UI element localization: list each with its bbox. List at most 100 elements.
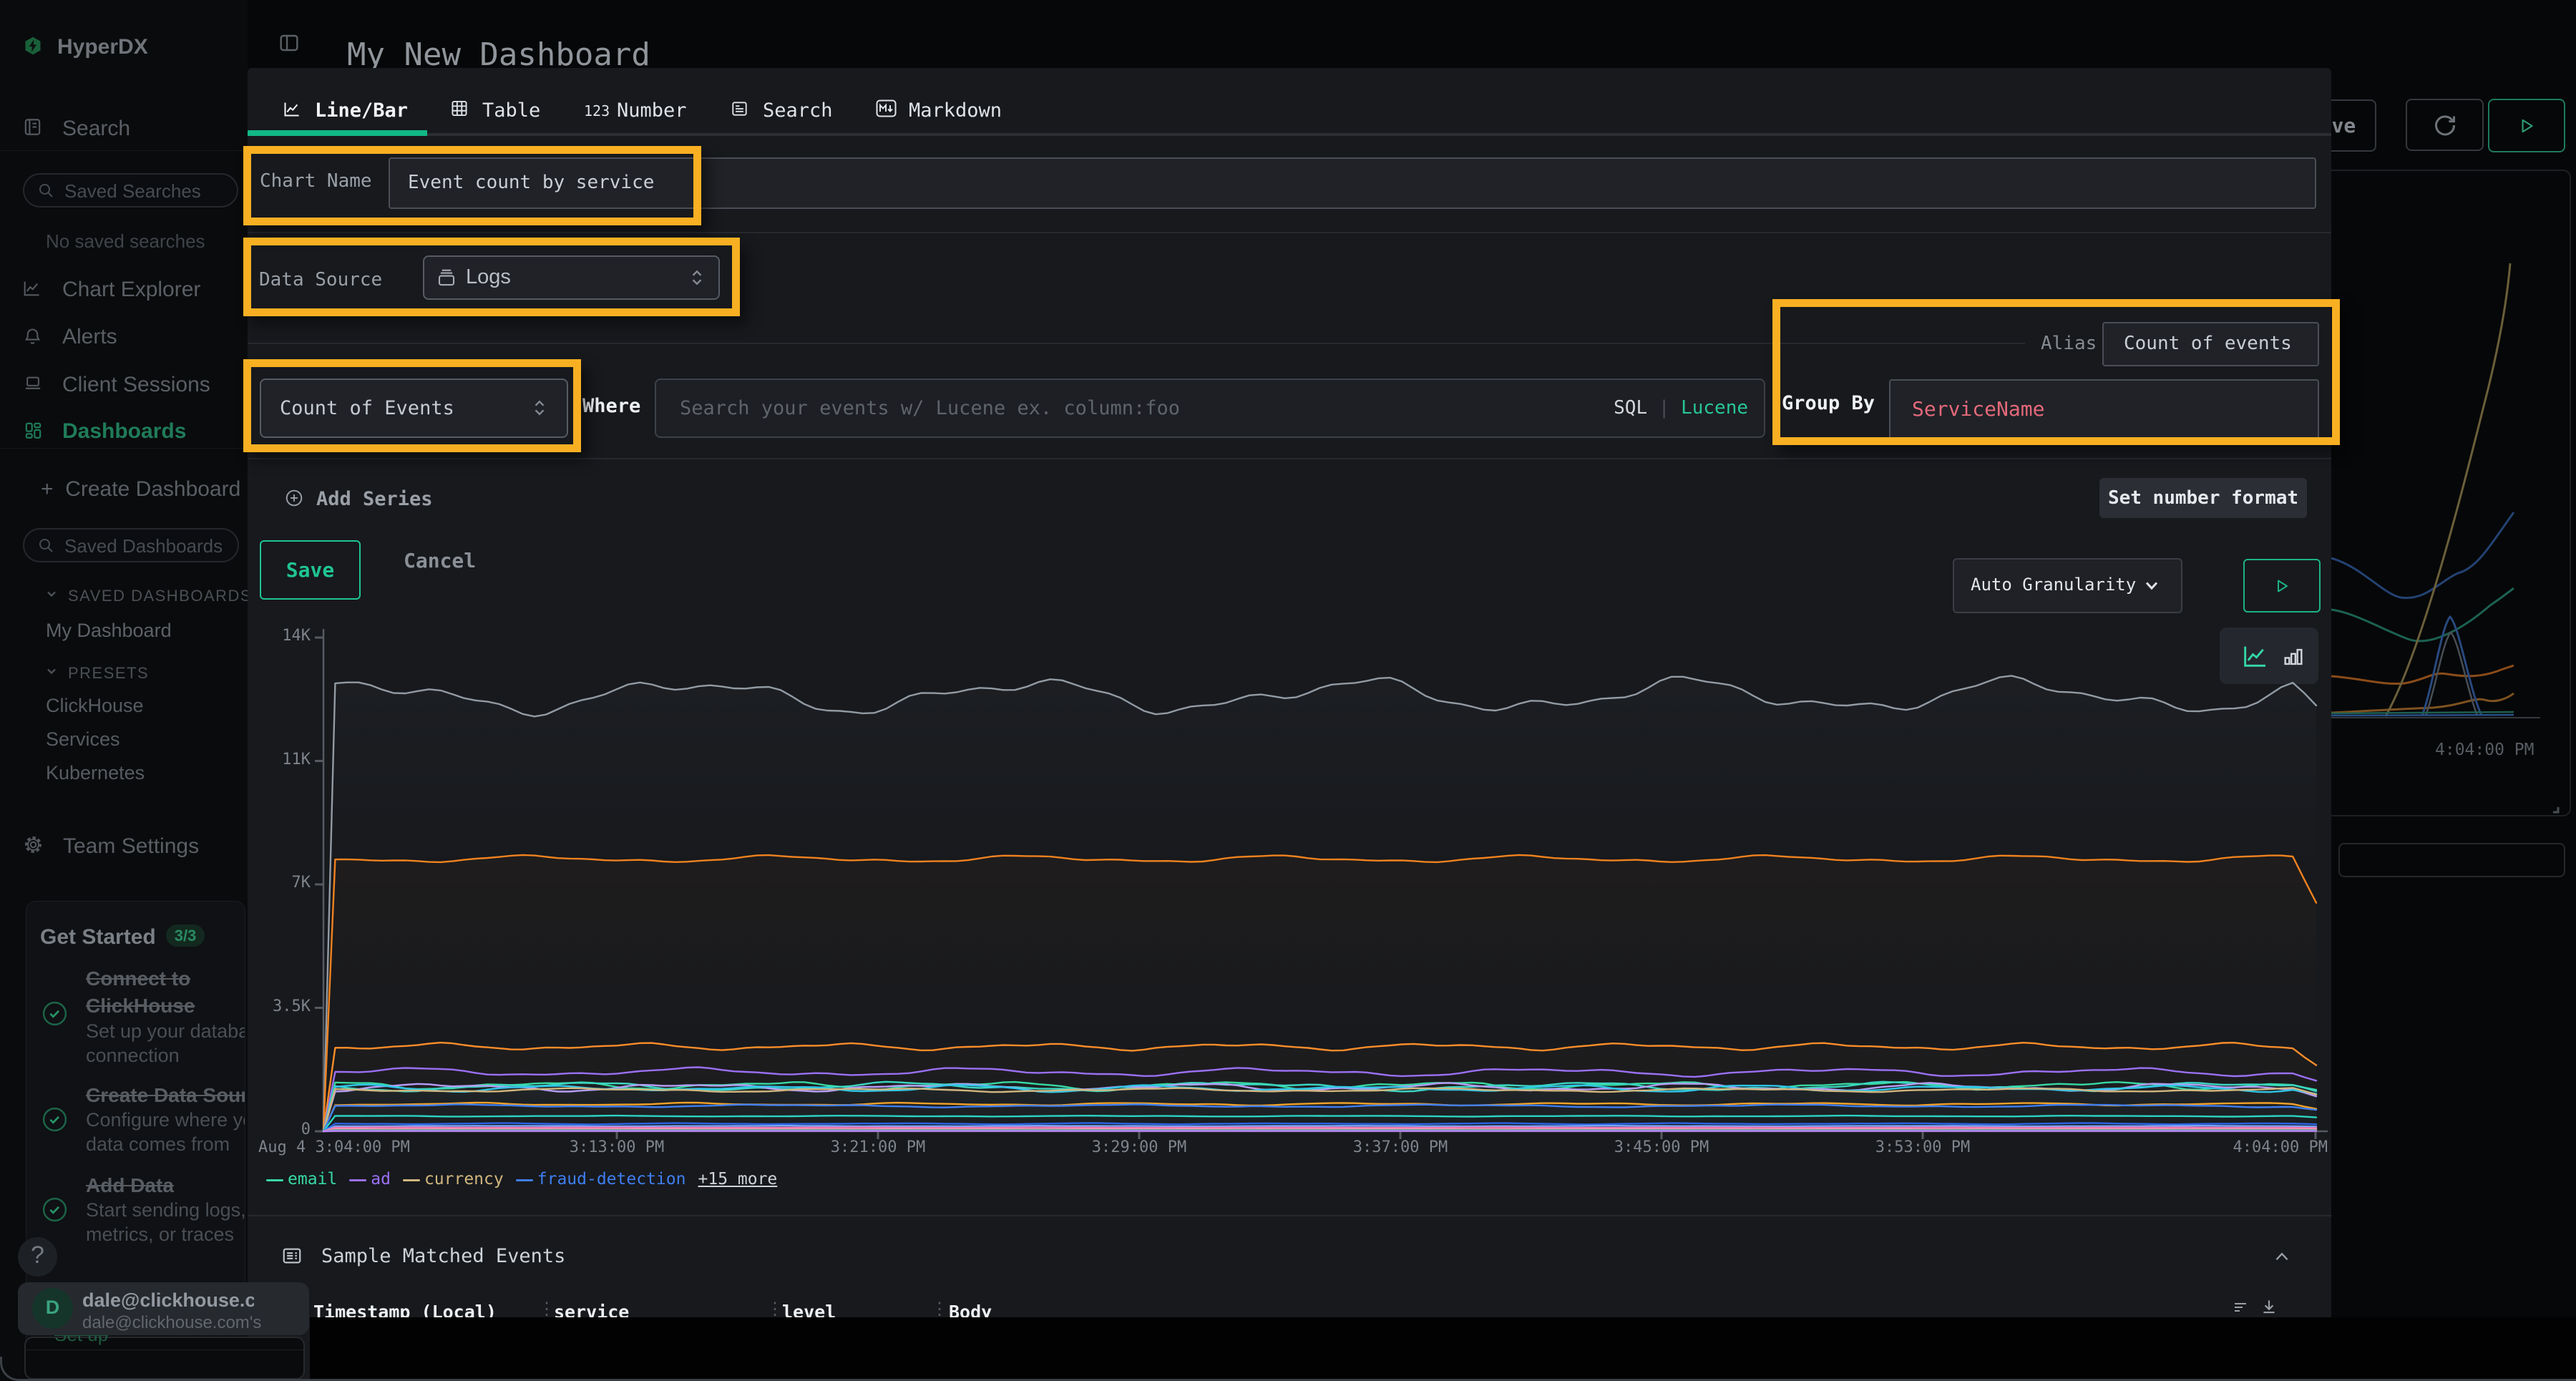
sidebar-item-alerts[interactable]: Alerts: [62, 325, 117, 349]
markdown-tab-icon: [876, 99, 897, 117]
sidebar-toggle-icon[interactable]: [278, 31, 301, 54]
column-separator[interactable]: ⋮: [538, 1299, 555, 1319]
x-tick-label: 3:45:00 PM: [1554, 1138, 1769, 1156]
y-tick-label: 7K: [248, 874, 311, 892]
section-presets[interactable]: PRESETS: [68, 664, 149, 683]
chart-legend: email ad currency fraud-detection +15 more: [248, 1167, 2331, 1196]
get-started-item-title[interactable]: ClickHouse: [86, 995, 195, 1018]
search-icon: [37, 182, 54, 199]
sidebar-item-my-dashboard[interactable]: My Dashboard: [46, 620, 172, 642]
user-email: dale@clickhouse.com: [82, 1289, 254, 1312]
chart-explorer-icon: [21, 278, 42, 298]
legend-dash: [266, 1179, 283, 1181]
sidebar-item-chart-explorer[interactable]: Chart Explorer: [62, 278, 200, 302]
active-tab-underline: [248, 130, 427, 136]
no-saved-searches-text: No saved searches: [46, 230, 205, 253]
y-tick-label: 3.5K: [248, 997, 311, 1015]
lucene-toggle[interactable]: Lucene: [1681, 397, 1748, 419]
legend-dash: [349, 1179, 366, 1181]
number-tab-icon: 123: [584, 102, 610, 119]
saved-searches-placeholder: Saved Searches: [64, 180, 201, 202]
create-dashboard-label: Create Dashboard: [65, 477, 240, 501]
legend-item-currency[interactable]: currency: [424, 1170, 504, 1189]
question-mark-icon: ?: [18, 1241, 57, 1269]
tab-line-bar[interactable]: Line/Bar: [315, 99, 408, 122]
help-button[interactable]: ?: [18, 1237, 57, 1277]
section-saved-dashboards[interactable]: SAVED DASHBOARDS: [68, 587, 248, 605]
get-started-item-title[interactable]: Connect to: [86, 967, 190, 990]
tab-table[interactable]: Table: [482, 99, 540, 122]
sidebar: HyperDX Search Saved Searches No saved s…: [0, 0, 248, 1381]
get-started-title: Get Started: [40, 925, 156, 950]
sample-events-title: Sample Matched Events: [321, 1245, 565, 1267]
tab-number[interactable]: Number: [617, 99, 687, 122]
search-nav-icon: [22, 117, 43, 137]
get-started-item-desc: connection: [86, 1045, 180, 1067]
download-icon[interactable]: [2260, 1297, 2278, 1316]
sidebar-item-clickhouse[interactable]: ClickHouse: [46, 695, 144, 717]
legend-item-fraud-detection[interactable]: fraud-detection: [537, 1170, 686, 1189]
sidebar-item-kubernetes[interactable]: Kubernetes: [46, 762, 145, 784]
create-dashboard-button[interactable]: + Create Dashboard: [41, 477, 240, 502]
resize-handle-icon[interactable]: [2547, 801, 2560, 814]
brand-name: HyperDX: [57, 35, 148, 59]
line-bar-tab-icon: [281, 99, 302, 119]
highlight-box-aggregation: [243, 359, 581, 452]
check-circle-icon: [42, 1106, 68, 1133]
saved-searches-input[interactable]: Saved Searches: [23, 173, 238, 208]
set-number-format-button[interactable]: Set number format: [2099, 478, 2307, 518]
get-started-badge: 3/3: [166, 924, 205, 947]
tab-markdown[interactable]: Markdown: [909, 99, 1002, 122]
table-tab-icon: [449, 99, 469, 118]
x-tick-label: 4:04:00 PM: [2113, 1138, 2328, 1156]
where-search-placeholder: Search your events w/ Lucene ex. column:…: [680, 397, 1180, 419]
get-started-item-desc: metrics, or traces: [86, 1224, 234, 1246]
sidebar-item-dashboards[interactable]: Dashboards: [62, 419, 186, 444]
presets-section-chevron[interactable]: [44, 664, 59, 681]
timeseries-chart[interactable]: [248, 570, 2331, 1203]
x-tick-label: 3:29:00 PM: [1032, 1138, 1246, 1156]
play-icon: [2517, 117, 2536, 135]
plus-icon: +: [41, 477, 54, 501]
circle-plus-icon: [285, 489, 303, 507]
add-series-label: Add Series: [316, 488, 433, 510]
collapse-chevron-icon[interactable]: [2273, 1249, 2291, 1264]
alerts-bell-icon: [23, 326, 42, 346]
saved-dashboards-section-chevron[interactable]: [44, 587, 59, 604]
query-language-switch: SQL | Lucene: [1614, 397, 1748, 419]
sidebar-item-client-sessions[interactable]: Client Sessions: [62, 373, 210, 397]
row-height-icon[interactable]: [2231, 1299, 2250, 1316]
avatar-letter: D: [32, 1297, 73, 1319]
search-icon: [37, 537, 54, 554]
where-label: Where: [582, 395, 640, 417]
background-tile: [2338, 843, 2565, 877]
where-search-input[interactable]: Search your events w/ Lucene ex. column:…: [655, 379, 1765, 438]
get-started-item-desc: Configure where your: [86, 1109, 245, 1131]
x-tick-label: 3:13:00 PM: [509, 1138, 724, 1156]
legend-dash: [403, 1179, 420, 1181]
check-circle-icon: [42, 1196, 68, 1223]
get-started-item-desc: Set up your database: [86, 1020, 245, 1043]
legend-item-ad[interactable]: ad: [371, 1170, 391, 1189]
sql-toggle[interactable]: SQL: [1614, 397, 1647, 419]
saved-dashboards-input[interactable]: Saved Dashboards: [23, 528, 239, 562]
column-separator[interactable]: ⋮: [766, 1299, 784, 1319]
legend-more-link[interactable]: +15 more: [698, 1170, 778, 1189]
x-tick-label: Aug 4 3:04:00 PM: [258, 1138, 410, 1156]
highlight-box-chart-name: [243, 146, 701, 225]
get-started-item-title[interactable]: Add Data: [86, 1174, 174, 1197]
row-divider: [248, 458, 2331, 459]
tab-search[interactable]: Search: [763, 99, 833, 122]
get-started-item-title[interactable]: Create Data Source: [86, 1084, 245, 1107]
saved-dashboards-placeholder: Saved Dashboards: [64, 535, 223, 557]
list-icon: [280, 1245, 303, 1267]
legend-item-email[interactable]: email: [288, 1170, 337, 1189]
sidebar-item-search[interactable]: Search: [62, 117, 130, 141]
user-chip[interactable]: D dale@clickhouse.com dale@clickhouse.co…: [18, 1282, 309, 1335]
client-sessions-laptop-icon: [22, 374, 44, 393]
sidebar-item-services[interactable]: Services: [46, 728, 120, 751]
column-separator[interactable]: ⋮: [931, 1299, 948, 1319]
sidebar-item-team-settings[interactable]: Team Settings: [63, 834, 199, 859]
check-circle-icon: [42, 1000, 68, 1027]
user-avatar: D: [32, 1288, 73, 1329]
